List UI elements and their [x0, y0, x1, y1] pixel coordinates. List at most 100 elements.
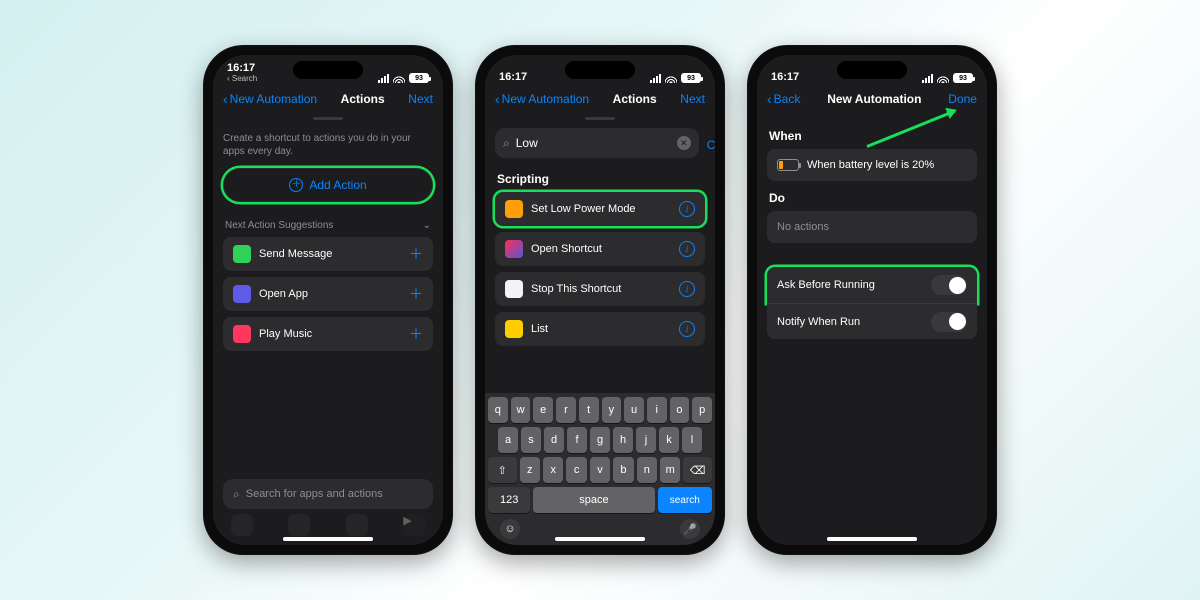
nav-next[interactable]: Next	[680, 92, 705, 106]
key-g[interactable]: g	[590, 427, 610, 453]
info-icon[interactable]: i	[679, 281, 695, 297]
key-u[interactable]: u	[624, 397, 644, 423]
info-icon[interactable]: i	[679, 201, 695, 217]
chevron-left-icon: ‹	[223, 91, 228, 107]
keyboard[interactable]: qwertyuiop asdfghjkl ⇧ zxcvbnm ⌫ 123 spa…	[485, 393, 715, 545]
key-m[interactable]: m	[660, 457, 680, 483]
phone-1: 16:17 ‹ Search 93 ‹New Automation Action…	[203, 45, 453, 555]
home-indicator[interactable]	[283, 537, 373, 541]
nav-back[interactable]: ‹New Automation	[495, 91, 589, 107]
app-icon	[233, 325, 251, 343]
toggle-switch[interactable]	[931, 312, 967, 332]
shift-key[interactable]: ⇧	[488, 457, 517, 483]
search-key[interactable]: search	[658, 487, 713, 513]
add-action-button[interactable]: ＋ Add Action	[223, 168, 433, 202]
key-c[interactable]: c	[566, 457, 586, 483]
tab-1[interactable]	[231, 514, 253, 536]
toggle-row[interactable]: Notify When Run	[767, 303, 977, 339]
tab-3[interactable]	[346, 514, 368, 536]
key-e[interactable]: e	[533, 397, 553, 423]
key-z[interactable]: z	[520, 457, 540, 483]
suggestion-row[interactable]: Play Music＋	[223, 317, 433, 351]
toggle-row[interactable]: Ask Before Running	[767, 267, 977, 303]
emoji-key[interactable]: ☺	[500, 519, 520, 539]
key-k[interactable]: k	[659, 427, 679, 453]
space-key[interactable]: space	[533, 487, 654, 513]
status-mini-back[interactable]: ‹ Search	[227, 74, 257, 83]
mic-key[interactable]: 🎤	[680, 519, 700, 539]
key-o[interactable]: o	[670, 397, 690, 423]
action-row[interactable]: Set Low Power Mode i	[495, 192, 705, 226]
toggle-switch[interactable]	[931, 275, 967, 295]
backspace-key[interactable]: ⌫	[683, 457, 712, 483]
home-indicator[interactable]	[827, 537, 917, 541]
key-b[interactable]: b	[613, 457, 633, 483]
action-row[interactable]: Stop This Shortcuti	[495, 272, 705, 306]
key-a[interactable]: a	[498, 427, 518, 453]
row-label: List	[531, 323, 671, 335]
plus-icon[interactable]: ＋	[409, 324, 423, 344]
cellular-icon	[922, 74, 933, 83]
row-label: Open App	[259, 288, 401, 300]
suggestion-row[interactable]: Send Message＋	[223, 237, 433, 271]
home-indicator[interactable]	[555, 537, 645, 541]
key-i[interactable]: i	[647, 397, 667, 423]
key-r[interactable]: r	[556, 397, 576, 423]
nav-next[interactable]: Next	[408, 92, 433, 106]
nav-bar: ‹New Automation Actions Next	[485, 85, 715, 113]
chevron-left-icon: ‹	[495, 91, 500, 107]
app-icon	[505, 240, 523, 258]
wifi-icon	[937, 74, 949, 83]
search-field[interactable]: ⌕ Search for apps and actions	[223, 479, 433, 509]
category-header: Scripting	[497, 172, 703, 186]
key-j[interactable]: j	[636, 427, 656, 453]
nav-title: Actions	[613, 92, 657, 106]
key-d[interactable]: d	[544, 427, 564, 453]
clear-icon[interactable]: ✕	[677, 136, 691, 150]
chevron-down-icon[interactable]: ⌄	[423, 220, 431, 231]
plus-icon[interactable]: ＋	[409, 284, 423, 304]
nav-back[interactable]: ‹Back	[767, 91, 800, 107]
action-row[interactable]: Open Shortcuti	[495, 232, 705, 266]
tab-4[interactable]: ▶	[403, 514, 425, 536]
tab-bar: ▶	[213, 511, 443, 539]
search-input[interactable]	[516, 136, 671, 150]
suggestion-row[interactable]: Open App ＋	[223, 277, 433, 311]
key-v[interactable]: v	[590, 457, 610, 483]
action-row[interactable]: Listi	[495, 312, 705, 346]
key-p[interactable]: p	[692, 397, 712, 423]
key-l[interactable]: l	[682, 427, 702, 453]
key-s[interactable]: s	[521, 427, 541, 453]
info-icon[interactable]: i	[679, 321, 695, 337]
nav-back[interactable]: ‹New Automation	[223, 91, 317, 107]
info-icon[interactable]: i	[679, 241, 695, 257]
app-icon	[505, 320, 523, 338]
do-header: Do	[769, 191, 975, 205]
nav-bar: ‹New Automation Actions Next	[213, 85, 443, 113]
plus-icon[interactable]: ＋	[409, 244, 423, 264]
key-n[interactable]: n	[637, 457, 657, 483]
key-y[interactable]: y	[602, 397, 622, 423]
battery-icon: 93	[409, 73, 429, 83]
row-label: Set Low Power Mode	[531, 203, 671, 215]
key-t[interactable]: t	[579, 397, 599, 423]
do-cell[interactable]: No actions	[767, 211, 977, 243]
cancel-button[interactable]: Cancel	[707, 138, 715, 152]
sheet-handle[interactable]	[585, 117, 615, 120]
dynamic-island	[565, 61, 635, 79]
key-w[interactable]: w	[511, 397, 531, 423]
hint-text: Create a shortcut to actions you do in y…	[223, 132, 433, 158]
chevron-left-icon: ‹	[767, 91, 772, 107]
key-f[interactable]: f	[567, 427, 587, 453]
when-cell[interactable]: When battery level is 20%	[767, 149, 977, 181]
do-label: No actions	[777, 221, 829, 233]
wifi-icon	[665, 74, 677, 83]
numbers-key[interactable]: 123	[488, 487, 530, 513]
sheet-handle[interactable]	[313, 117, 343, 120]
tab-2[interactable]	[288, 514, 310, 536]
nav-title: Actions	[341, 92, 385, 106]
key-q[interactable]: q	[488, 397, 508, 423]
search-field[interactable]: ⌕ ✕	[495, 128, 699, 158]
key-h[interactable]: h	[613, 427, 633, 453]
key-x[interactable]: x	[543, 457, 563, 483]
